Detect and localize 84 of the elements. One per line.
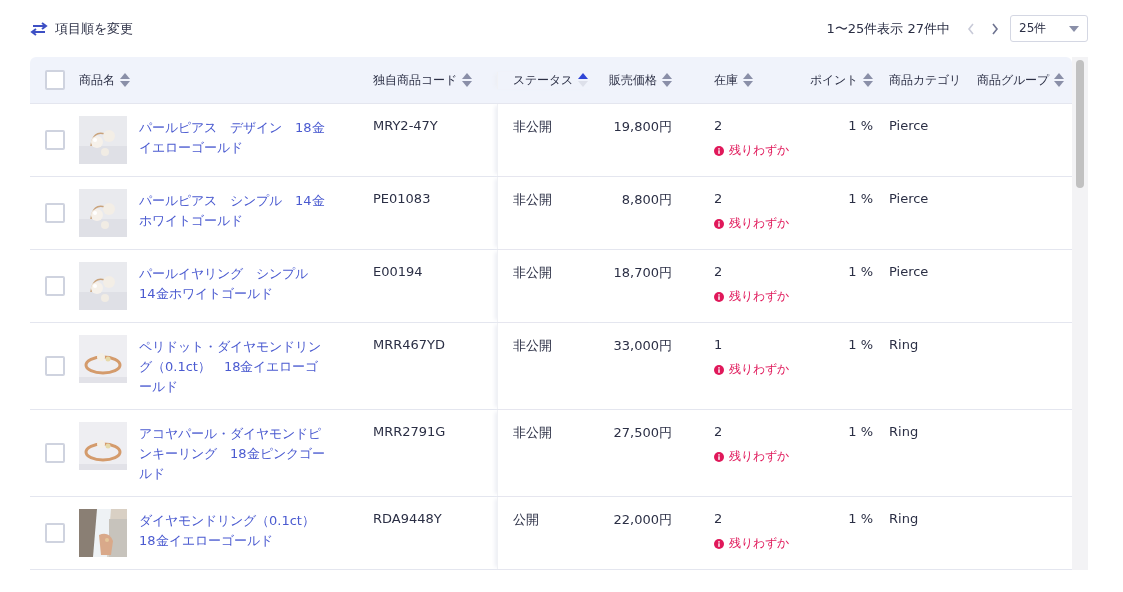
product-code: PE01083 bbox=[373, 191, 431, 206]
chevron-right-icon bbox=[991, 22, 999, 35]
low-stock-text: 残りわずか bbox=[729, 361, 789, 378]
low-stock-text: 残りわずか bbox=[729, 535, 789, 552]
low-stock-text: 残りわずか bbox=[729, 215, 789, 232]
category-text: Ring bbox=[889, 337, 919, 352]
product-name-link[interactable]: パールピアス デザイン 18金イエローゴールド bbox=[139, 118, 329, 158]
column-header[interactable]: 商品名 bbox=[79, 71, 115, 89]
category-text: Pierce bbox=[889, 118, 929, 133]
sort-icon[interactable] bbox=[578, 73, 588, 87]
range-text: 1〜25件表示 27件中 bbox=[826, 19, 950, 38]
row-checkbox[interactable] bbox=[45, 443, 65, 463]
info-icon bbox=[714, 216, 724, 231]
row-checkbox[interactable] bbox=[45, 130, 65, 150]
low-stock-text: 残りわずか bbox=[729, 448, 789, 465]
info-icon bbox=[714, 362, 724, 377]
price-text: 8,800円 bbox=[621, 192, 672, 207]
column-header[interactable]: 在庫 bbox=[714, 71, 738, 89]
stock-count: 2 bbox=[714, 118, 723, 133]
point-text: 1 % bbox=[848, 424, 873, 439]
category-text: Ring bbox=[889, 424, 919, 439]
sort-icon[interactable] bbox=[462, 73, 472, 87]
status-text: 非公開 bbox=[513, 192, 552, 207]
category-text: Ring bbox=[889, 511, 919, 526]
row-checkbox[interactable] bbox=[45, 203, 65, 223]
stock-count: 1 bbox=[714, 337, 723, 352]
category-text: Pierce bbox=[889, 264, 929, 279]
price-text: 33,000円 bbox=[613, 338, 672, 353]
status-text: 非公開 bbox=[513, 119, 552, 134]
swap-arrows-icon bbox=[30, 21, 48, 36]
sort-icon[interactable] bbox=[743, 73, 753, 87]
product-code: RDA9448Y bbox=[373, 511, 442, 526]
product-name-link[interactable]: ダイヤモンドリング（0.1ct） 18金イエローゴールド bbox=[139, 511, 329, 551]
info-icon bbox=[714, 449, 724, 464]
info-icon bbox=[714, 536, 724, 551]
per-page-select[interactable]: 25件 bbox=[1010, 15, 1088, 42]
stock-count: 2 bbox=[714, 191, 723, 206]
product-name-link[interactable]: パールピアス シンプル 14金ホワイトゴールド bbox=[139, 191, 329, 231]
point-text: 1 % bbox=[848, 264, 873, 279]
row-checkbox[interactable] bbox=[45, 523, 65, 543]
reorder-button[interactable]: 項目順を変更 bbox=[30, 19, 133, 38]
product-name-link[interactable]: アコヤパール・ダイヤモンドピンキーリング 18金ピンクゴールド bbox=[139, 424, 329, 484]
column-header: 商品カテゴリ bbox=[889, 71, 961, 89]
column-header[interactable]: ステータス bbox=[513, 71, 573, 89]
price-text: 22,000円 bbox=[613, 512, 672, 527]
low-stock-text: 残りわずか bbox=[729, 288, 789, 305]
status-text: 非公開 bbox=[513, 338, 552, 353]
stock-count: 2 bbox=[714, 424, 723, 439]
price-text: 18,700円 bbox=[613, 265, 672, 280]
sort-icon[interactable] bbox=[863, 73, 873, 87]
select-all-checkbox[interactable] bbox=[45, 70, 65, 90]
info-icon bbox=[714, 289, 724, 304]
sort-icon[interactable] bbox=[1054, 73, 1064, 87]
chevron-left-icon bbox=[967, 22, 975, 35]
category-text: Pierce bbox=[889, 191, 929, 206]
scrollbar[interactable] bbox=[1072, 57, 1088, 570]
price-text: 19,800円 bbox=[613, 119, 672, 134]
product-code: MRR467YD bbox=[373, 337, 446, 352]
point-text: 1 % bbox=[848, 337, 873, 352]
column-header[interactable]: ポイント bbox=[810, 71, 858, 89]
caret-icon bbox=[1069, 25, 1079, 32]
product-code: MRY2-47Y bbox=[373, 118, 438, 133]
status-text: 公開 bbox=[513, 512, 539, 527]
product-name-link[interactable]: ペリドット・ダイヤモンドリング（0.1ct） 18金イエローゴールド bbox=[139, 337, 329, 397]
point-text: 1 % bbox=[848, 191, 873, 206]
product-name-link[interactable]: パールイヤリング シンプル 14金ホワイトゴールド bbox=[139, 264, 329, 304]
info-icon bbox=[714, 143, 724, 158]
status-text: 非公開 bbox=[513, 265, 552, 280]
price-text: 27,500円 bbox=[613, 425, 672, 440]
product-code: E00194 bbox=[373, 264, 423, 279]
low-stock-text: 残りわずか bbox=[729, 142, 789, 159]
column-header[interactable]: 商品グループ bbox=[977, 71, 1049, 89]
point-text: 1 % bbox=[848, 118, 873, 133]
sort-icon[interactable] bbox=[120, 73, 130, 87]
stock-count: 2 bbox=[714, 511, 723, 526]
column-header[interactable]: 独自商品コード bbox=[373, 71, 457, 89]
point-text: 1 % bbox=[848, 511, 873, 526]
status-text: 非公開 bbox=[513, 425, 552, 440]
row-checkbox[interactable] bbox=[45, 276, 65, 296]
column-header[interactable]: 販売価格 bbox=[609, 71, 657, 89]
product-code: MRR2791G bbox=[373, 424, 446, 439]
stock-count: 2 bbox=[714, 264, 723, 279]
row-checkbox[interactable] bbox=[45, 356, 65, 376]
sort-icon[interactable] bbox=[662, 73, 672, 87]
